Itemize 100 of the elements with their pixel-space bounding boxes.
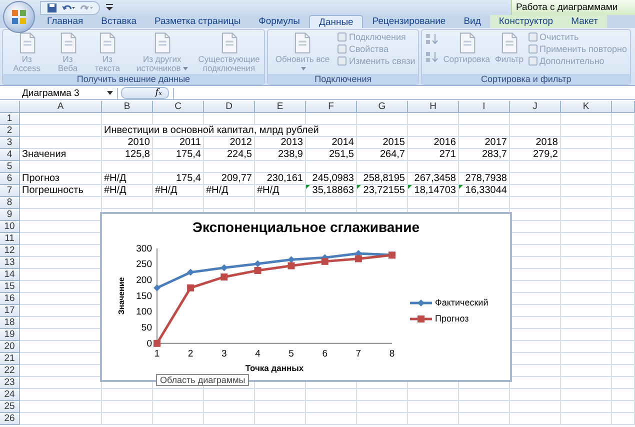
- column-header[interactable]: A: [20, 101, 102, 113]
- table-cell: 2011: [153, 137, 204, 149]
- row-header[interactable]: 23: [0, 377, 20, 389]
- table-cell: [357, 401, 408, 413]
- column-header[interactable]: C: [153, 101, 204, 113]
- table-cell: [204, 413, 255, 425]
- table-cell: 224,5: [204, 149, 255, 161]
- row-header[interactable]: 16: [0, 293, 20, 305]
- column-header[interactable]: H: [408, 101, 459, 113]
- sort-descending-icon[interactable]: [425, 51, 440, 63]
- table-cell: 279,2: [510, 149, 561, 161]
- table-cell: [612, 305, 635, 317]
- row-header[interactable]: 10: [0, 221, 20, 233]
- table-cell: [204, 113, 255, 125]
- row-header[interactable]: 21: [0, 353, 20, 365]
- row-header[interactable]: 14: [0, 269, 20, 281]
- table-cell: 283,7: [459, 149, 510, 161]
- column-header[interactable]: E: [255, 101, 306, 113]
- tooltip: Область диаграммы: [156, 374, 250, 386]
- table-cell: 23,72155: [357, 185, 408, 197]
- column-header[interactable]: F: [306, 101, 357, 113]
- table-cell: [612, 269, 635, 281]
- legend-label: Фактический: [435, 297, 488, 308]
- row-header[interactable]: 3: [0, 137, 20, 149]
- column-header[interactable]: I: [459, 101, 510, 113]
- row-header[interactable]: 26: [0, 413, 20, 425]
- point: [288, 256, 295, 264]
- customize-caret-icon[interactable]: [106, 4, 113, 11]
- row-header[interactable]: 25: [0, 401, 20, 413]
- row-header[interactable]: 17: [0, 305, 20, 317]
- ribbon-tab[interactable]: Данные: [309, 15, 364, 28]
- table-cell: [510, 173, 561, 185]
- column-header[interactable]: D: [204, 101, 255, 113]
- ribbon-tab[interactable]: Разметка страницы: [145, 15, 250, 28]
- group-label: Сортировка и фильтр: [422, 74, 630, 84]
- table-cell: [561, 137, 612, 149]
- row-header[interactable]: 9: [0, 209, 20, 221]
- name-box[interactable]: Диаграмма 3: [0, 88, 118, 98]
- table-cell: [408, 197, 459, 209]
- column-header[interactable]: B: [102, 101, 153, 113]
- table-cell: Прогноз: [20, 173, 102, 185]
- row-header[interactable]: 4: [0, 149, 20, 161]
- ribbon-tab[interactable]: Рецензирование: [363, 15, 455, 28]
- column-header[interactable]: G: [357, 101, 408, 113]
- row-header[interactable]: 15: [0, 281, 20, 293]
- row-header[interactable]: 5: [0, 161, 20, 173]
- row-header[interactable]: 13: [0, 257, 20, 269]
- row-header[interactable]: 11: [0, 233, 20, 245]
- ribbon-tab[interactable]: Вид: [454, 15, 490, 28]
- select-all-corner[interactable]: [0, 101, 20, 113]
- table-cell: [561, 353, 612, 365]
- row-header[interactable]: 19: [0, 329, 20, 341]
- column-header[interactable]: J: [510, 101, 561, 113]
- table-cell: [204, 161, 255, 173]
- table-cell: [561, 413, 612, 425]
- ribbon-tab[interactable]: Главная: [38, 15, 92, 28]
- table-cell: [510, 197, 561, 209]
- row-header[interactable]: 6: [0, 173, 20, 185]
- row-header[interactable]: 12: [0, 245, 20, 257]
- table-cell: [561, 173, 612, 185]
- row-header[interactable]: 2: [0, 125, 20, 137]
- ribbon-tab[interactable]: Формулы: [250, 15, 310, 28]
- table-cell: Погрешность: [20, 185, 102, 197]
- table-cell: [612, 365, 635, 377]
- table-cell: [204, 389, 255, 401]
- table-cell: [612, 353, 635, 365]
- row-header[interactable]: 1: [0, 113, 20, 125]
- table-cell: [102, 197, 153, 209]
- point: [254, 260, 262, 268]
- axis-tick-label: 150: [136, 290, 152, 302]
- axis-tick-label: 100: [136, 306, 152, 318]
- table-cell: [357, 113, 408, 125]
- table-cell: [561, 281, 612, 293]
- save-icon[interactable]: [47, 2, 57, 12]
- table-cell: [510, 125, 561, 137]
- ribbon-tab[interactable]: Конструктор: [490, 15, 562, 28]
- table-cell: 251,5: [306, 149, 357, 161]
- table-cell: [408, 401, 459, 413]
- row-header[interactable]: 20: [0, 341, 20, 353]
- row-header[interactable]: 7: [0, 185, 20, 197]
- ribbon-tab[interactable]: Вставка: [92, 15, 146, 28]
- table-cell: 2013: [255, 137, 306, 149]
- axis-tick-label: 0: [146, 338, 152, 350]
- y-axis-title: Значение: [117, 277, 126, 315]
- office-button[interactable]: [3, 1, 35, 33]
- table-cell: [612, 245, 635, 257]
- table-cell: [459, 125, 510, 137]
- small-icon: [336, 56, 347, 66]
- ribbon-tab[interactable]: Макет: [562, 15, 607, 28]
- table-cell: [459, 197, 510, 209]
- table-cell: [561, 149, 612, 161]
- row-header[interactable]: 22: [0, 365, 20, 377]
- undo-icon[interactable]: [61, 2, 75, 12]
- column-header[interactable]: K: [561, 101, 612, 113]
- table-cell: 2014: [306, 137, 357, 149]
- point: [154, 284, 160, 292]
- small-icon: [528, 56, 538, 66]
- row-header[interactable]: 8: [0, 197, 20, 209]
- row-header[interactable]: 24: [0, 389, 20, 401]
- row-header[interactable]: 18: [0, 317, 20, 329]
